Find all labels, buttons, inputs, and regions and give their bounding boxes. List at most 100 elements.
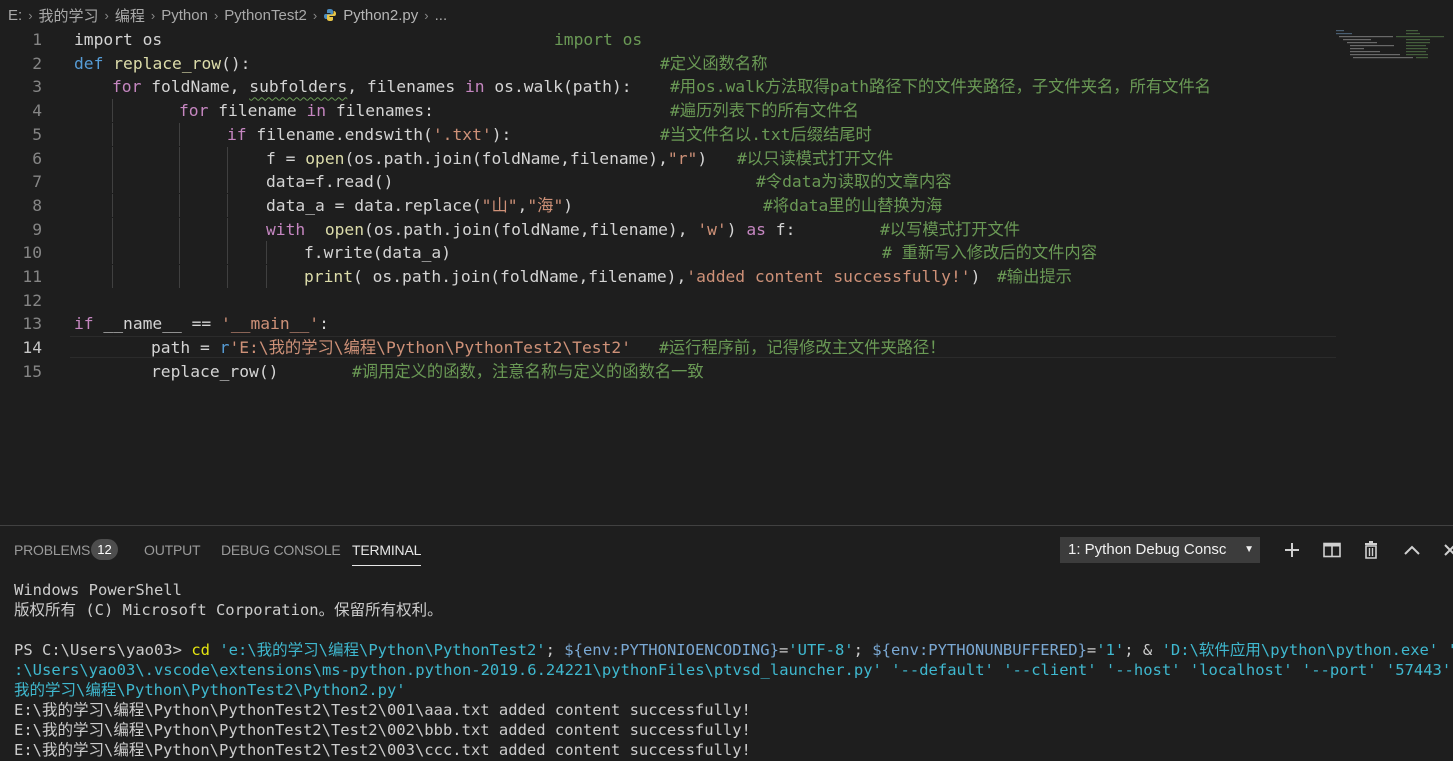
problems-count-badge: 12	[91, 539, 118, 560]
code-comment: #用os.walk方法取得path路径下的文件夹路径，子文件夹名，所有文件名	[670, 77, 1211, 97]
breadcrumb-folder-programming[interactable]: 编程	[115, 5, 145, 26]
line-number: 4	[32, 101, 42, 121]
code-token: '.txt'	[432, 124, 492, 144]
indent-guide	[112, 146, 113, 170]
breadcrumb-more[interactable]: ...	[435, 7, 448, 24]
tab-output[interactable]: OUTPUT	[144, 542, 201, 558]
code-comment: #将data里的山替换为海	[763, 195, 943, 215]
terminal-text: :\Users\yao03\.vscode\extensions\ms-pyth…	[14, 661, 882, 679]
indent-guide	[112, 265, 113, 288]
code-line[interactable]: 14 #运行程序前，记得修改主文件夹路径！ path = r'E:\我的学习\编程\…	[0, 336, 1453, 359]
tab-debug-console[interactable]: DEBUG CONSOLE	[221, 542, 341, 558]
split-terminal-button[interactable]	[1320, 538, 1344, 562]
indent-guide	[227, 170, 228, 194]
terminal-text: =	[778, 641, 789, 659]
breadcrumb-folder-pythontest2[interactable]: PythonTest2	[224, 7, 307, 24]
breadcrumb-folder-python[interactable]: Python	[161, 7, 208, 24]
code-token: subfolders	[249, 77, 348, 97]
line-number: 8	[32, 195, 42, 215]
code-line[interactable]: 6 #以只读模式打开文件 f = open(os.path.join(foldNam…	[0, 146, 1453, 170]
code-line[interactable]: 13 if __name__ == '__main__':	[0, 312, 1453, 335]
chevron-right-icon: ›	[424, 7, 429, 23]
new-terminal-button[interactable]	[1280, 538, 1304, 562]
code-token: 'added content successfully!'	[686, 267, 971, 286]
code-token: if	[74, 314, 94, 334]
code-comment: #定义函数名称	[660, 53, 768, 73]
code-token: )	[563, 195, 574, 215]
code-line[interactable]: 11 #输出提示 print( os.path.join(foldName,file…	[0, 265, 1453, 288]
code-line[interactable]: 10 # 重新写入修改后的文件内容 f.write(data_a)	[0, 241, 1453, 265]
code-token: for	[112, 77, 142, 97]
code-line[interactable]: 7 #令data为读取的文章内容 data=f.read()	[0, 170, 1453, 194]
line-number: 15	[22, 361, 42, 381]
terminal-select[interactable]: 1: Python Debug Consc ▼	[1060, 537, 1260, 563]
chevron-right-icon: ›	[312, 7, 318, 23]
code-text: data_a = data.replace("山","海")	[266, 194, 573, 217]
code-text: f = open(os.path.join(foldName,filename)…	[266, 147, 707, 170]
code-token: )	[970, 267, 981, 286]
terminal-text: E:\我的学习\编程\Python\PythonTest2\Test2\002\…	[14, 721, 751, 739]
chevron-right-icon: ›	[213, 7, 219, 23]
code-line[interactable]: 9 #以写模式打开文件 with open(os.path.join(foldNam…	[0, 217, 1453, 241]
code-token: data_a = data.replace(	[266, 195, 482, 215]
code-text: f.write(data_a)	[304, 241, 451, 264]
terminal-text: =	[1086, 641, 1097, 659]
code-token: os.walk(path):	[484, 77, 632, 97]
terminal-text: 'localhost'	[1189, 661, 1293, 679]
code-token: )	[697, 148, 708, 168]
line-number: 6	[32, 148, 42, 168]
line-number: 7	[32, 172, 42, 192]
code-comment: import os	[554, 30, 643, 49]
line-number: 5	[32, 124, 42, 144]
code-line[interactable]: 15 #调用定义的函数，注意名称与定义的函数名一致 replace_row()	[0, 360, 1453, 383]
code-comment: #调用定义的函数，注意名称与定义的函数名一致	[352, 361, 704, 381]
code-token: f:	[765, 219, 796, 239]
code-token: open	[305, 148, 345, 168]
terminal-text: '--client'	[1003, 661, 1097, 679]
terminal-line: Windows PowerShell	[14, 580, 182, 600]
code-editor[interactable]: 1 import os import os 2 #定义函数名称 def replace_r…	[0, 28, 1453, 383]
code-text: def replace_row():	[74, 52, 250, 75]
code-line[interactable]: 1 import os import os	[0, 28, 1453, 51]
kill-terminal-button[interactable]	[1359, 538, 1383, 562]
code-token: filename	[208, 101, 307, 121]
terminal-text: '--default'	[891, 661, 994, 679]
tab-problems[interactable]: PROBLEMS	[14, 542, 90, 558]
line-number: 14	[22, 338, 42, 358]
breadcrumb-drive[interactable]: E:	[8, 7, 22, 24]
code-line[interactable]: 4 #遍历列表下的所有文件名 for filename in filenames:	[0, 99, 1453, 123]
code-token: ( os.path.join(foldName,filename),	[353, 267, 687, 286]
maximize-panel-button[interactable]	[1400, 538, 1424, 562]
code-line[interactable]: 5 #当文件名以.txt后缀结尾时 if filename.endswith('.t…	[0, 122, 1453, 146]
code-token: :	[319, 314, 329, 334]
code-line[interactable]: 12	[0, 289, 1453, 312]
tab-terminal[interactable]: TERMINAL	[352, 542, 421, 566]
breadcrumb-file[interactable]: Python2.py	[343, 7, 418, 24]
indent-guide	[227, 193, 228, 217]
code-token: "山"	[481, 195, 518, 215]
code-text: if filename.endswith('.txt'):	[227, 123, 511, 146]
close-panel-button[interactable]	[1438, 538, 1453, 562]
code-token: in	[306, 101, 327, 121]
terminal-text: PS C:\Users\yao03>	[14, 641, 192, 659]
terminal-output[interactable]: Windows PowerShell 版权所有 (C) Microsoft Cor…	[0, 578, 1453, 761]
code-line[interactable]: 2 #定义函数名称 def replace_row():	[0, 52, 1453, 75]
terminal-text: '1'	[1096, 641, 1125, 659]
terminal-text: '--port'	[1301, 661, 1377, 679]
code-line[interactable]: 8 #将data里的山替换为海 data_a = data.replace("山",…	[0, 193, 1453, 217]
code-token: )	[726, 219, 747, 239]
terminal-line: :\Users\yao03\.vscode\extensions\ms-pyth…	[14, 660, 1453, 680]
breadcrumb-folder-study[interactable]: 我的学习	[39, 5, 99, 26]
indent-guide	[179, 193, 180, 217]
code-token: with	[266, 219, 306, 239]
terminal-text: ${env:PYTHONIOENCODING}	[564, 641, 779, 659]
code-line[interactable]: 3 #用os.walk方法取得path路径下的文件夹路径，子文件夹名，所有文件名 f…	[0, 75, 1453, 98]
code-token: def	[74, 53, 104, 73]
terminal-line: 我的学习\编程\Python\PythonTest2\Python2.py'	[14, 680, 406, 700]
code-token: (os.path.join(foldName,filename),	[364, 219, 698, 239]
code-token: r	[219, 338, 230, 358]
